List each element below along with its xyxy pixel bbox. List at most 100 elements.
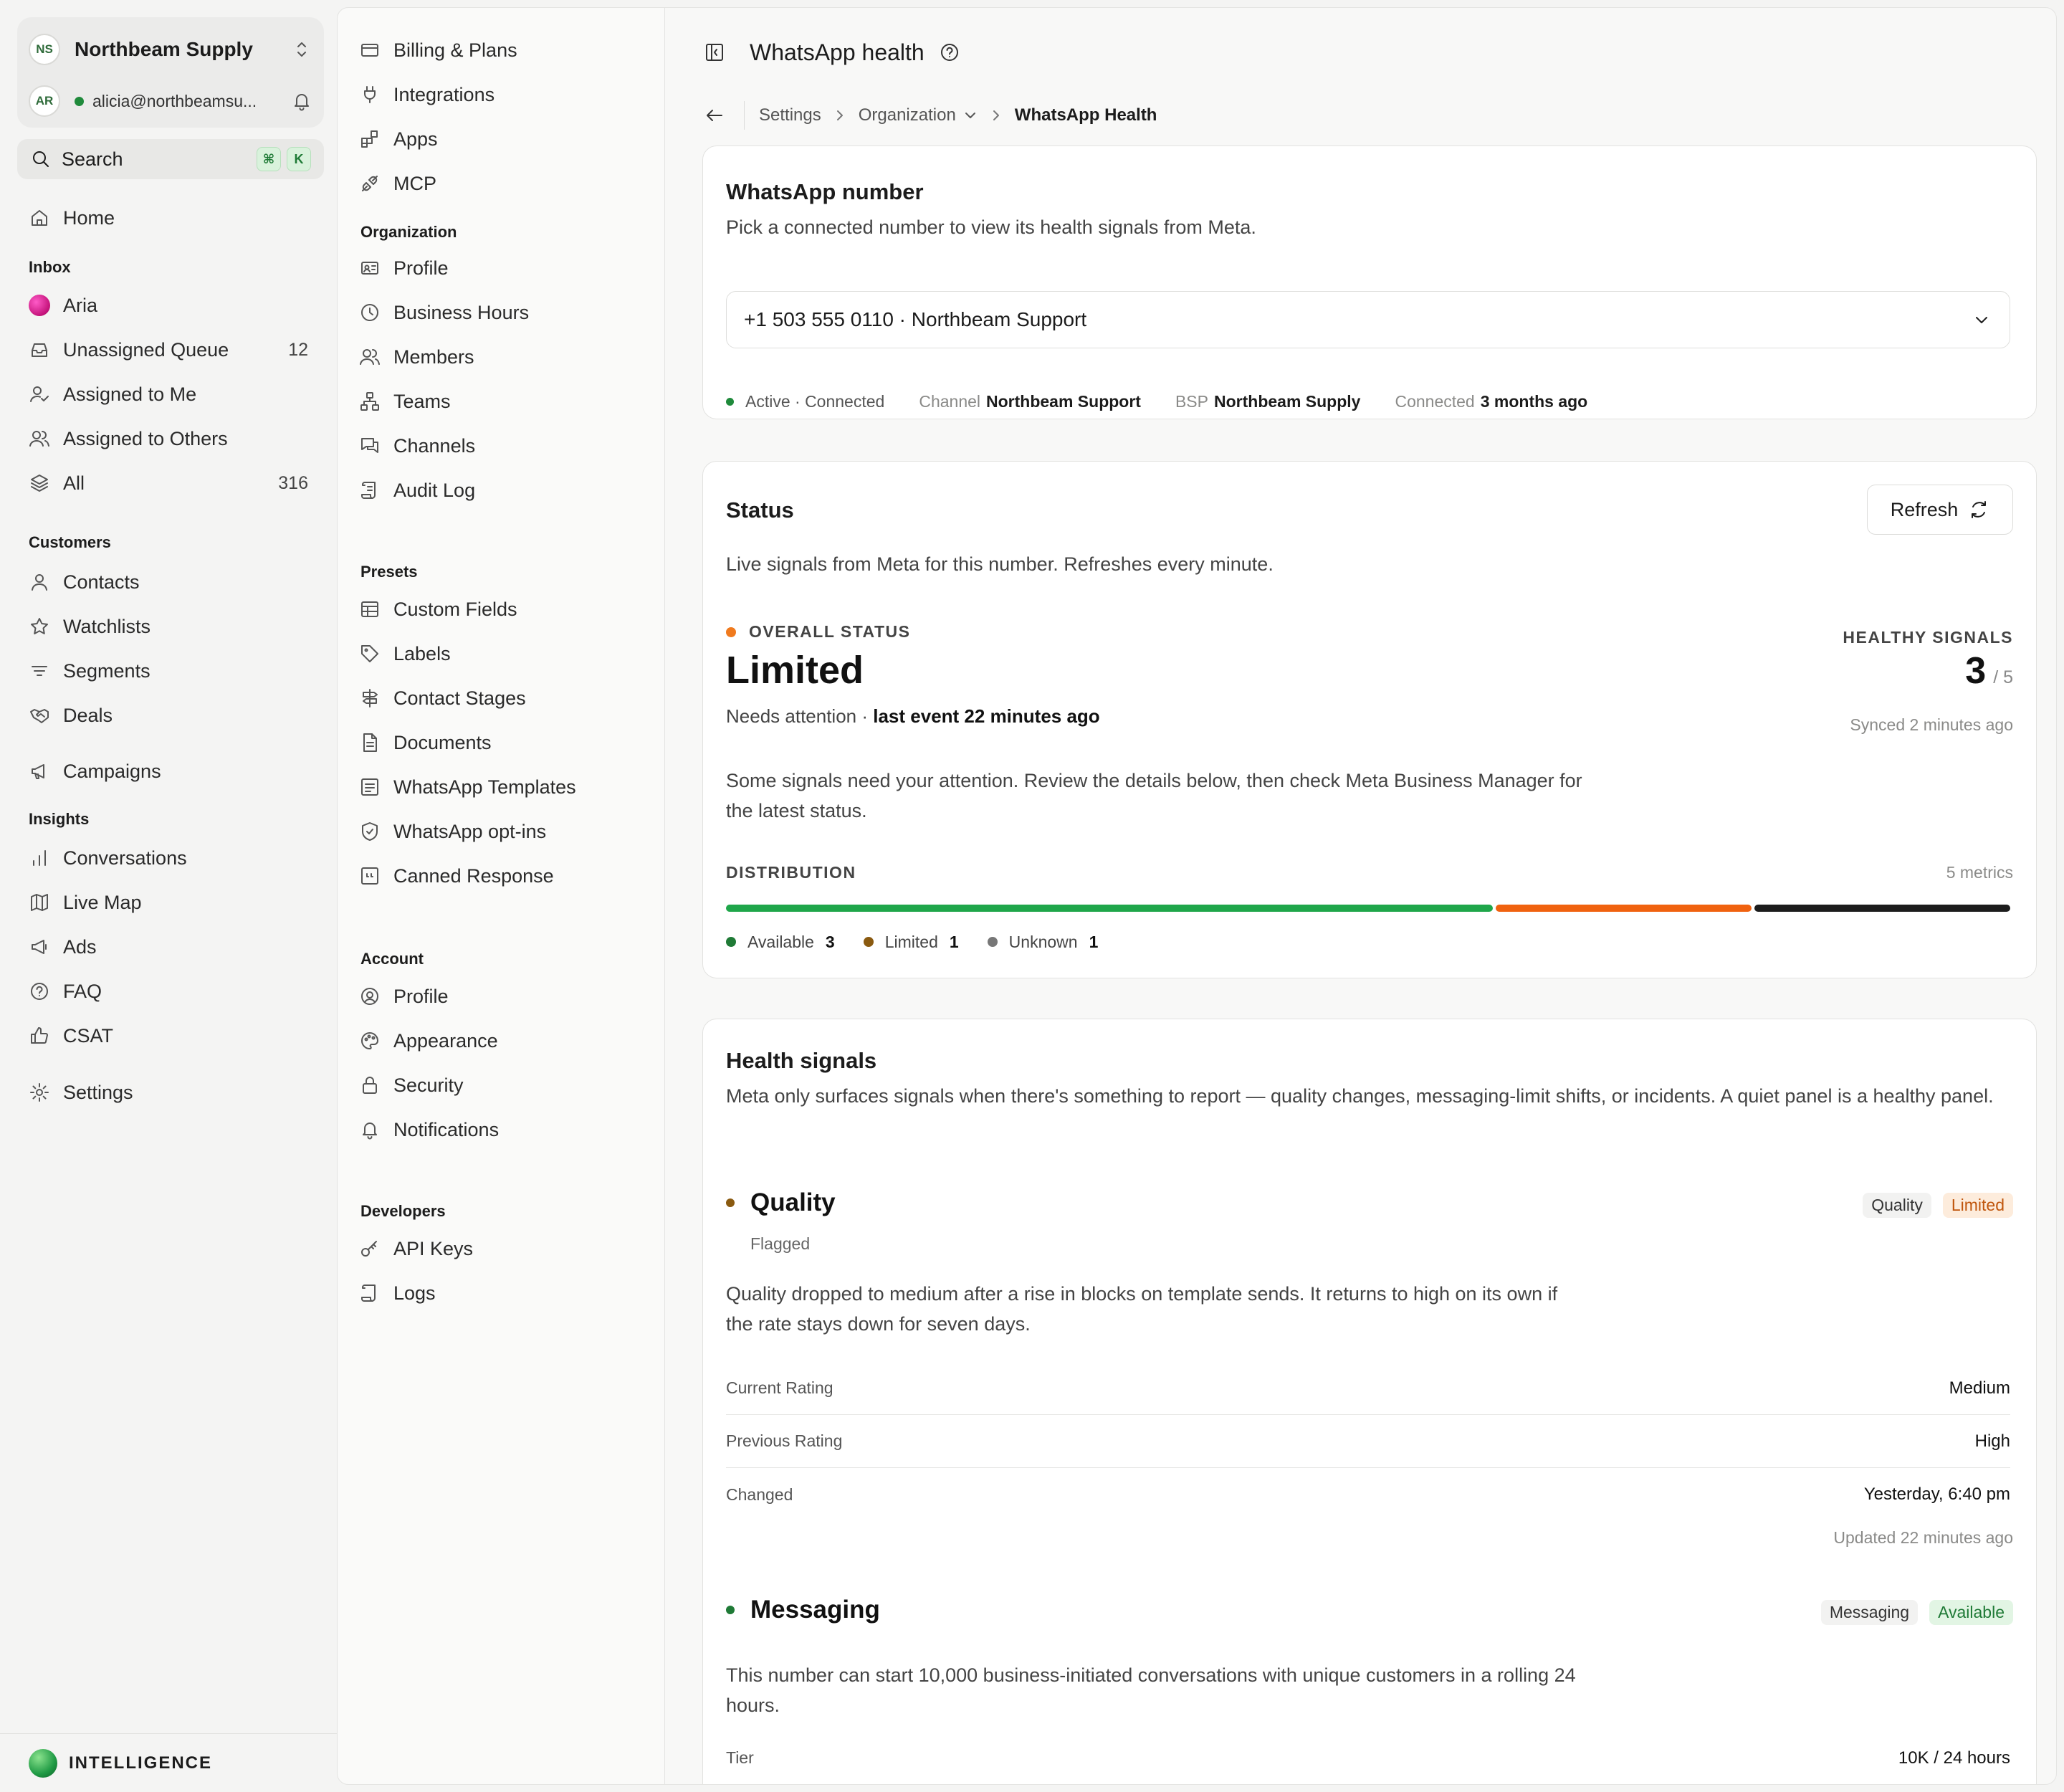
nav-campaigns[interactable]: Campaigns: [29, 754, 320, 788]
messaging-signal-header: Messaging: [726, 1596, 880, 1624]
insights-heading: Insights: [29, 810, 90, 828]
nav-deals[interactable]: Deals: [29, 698, 320, 733]
workspace-card: NS Northbeam Supply AR alicia@northbeams…: [17, 17, 324, 128]
nav-ads-label: Ads: [63, 935, 97, 958]
sidebar-toggle-icon[interactable]: [704, 42, 725, 63]
logs-icon: [361, 1285, 376, 1302]
handshake-icon: [30, 709, 49, 723]
whatsapp-number-card: WhatsApp number Pick a connected number …: [702, 146, 2037, 419]
settings-security[interactable]: Security: [359, 1069, 650, 1102]
nav-home[interactable]: Home: [29, 201, 320, 235]
distribution-bar: [726, 905, 2010, 912]
settings-members[interactable]: Members: [359, 340, 650, 373]
distribution-legend: Available 3 Limited 1 Unknown 1: [726, 928, 1127, 956]
nav-all[interactable]: All 316: [29, 466, 320, 500]
nav-aria[interactable]: Aria: [29, 288, 320, 323]
nav-watchlists[interactable]: Watchlists: [29, 609, 320, 644]
table-icon: [361, 601, 378, 617]
settings-integrations[interactable]: Integrations: [359, 78, 650, 111]
settings-labels[interactable]: Labels: [359, 637, 650, 670]
distribution-segment-unknown: [1754, 905, 2010, 912]
workspace-switcher[interactable]: NS Northbeam Supply: [29, 29, 312, 70]
primary-sidebar: NS Northbeam Supply AR alicia@northbeams…: [0, 0, 337, 1792]
channel-value: Northbeam Support: [986, 391, 1141, 411]
breadcrumb-current: WhatsApp Health: [1014, 105, 1157, 125]
nav-campaigns-label: Campaigns: [63, 760, 161, 782]
settings-apps-label: Apps: [393, 128, 438, 150]
quality-row-value: High: [1974, 1431, 2010, 1451]
refresh-label: Refresh: [1890, 498, 1959, 520]
settings-org-profile[interactable]: Profile: [359, 252, 650, 285]
settings-notifications[interactable]: Notifications: [359, 1113, 650, 1146]
overall-desc-text: Needs attention ·: [726, 705, 869, 727]
quality-status-dot: [726, 1198, 735, 1207]
developers-heading: Developers: [360, 1202, 446, 1220]
quality-row-value: Medium: [1949, 1378, 2010, 1398]
health-card-title: Health signals: [726, 1048, 877, 1073]
settings-teams[interactable]: Teams: [359, 385, 650, 418]
nav-faq[interactable]: FAQ: [29, 974, 320, 1009]
settings-logs[interactable]: Logs: [359, 1277, 650, 1310]
number-card-subtitle: Pick a connected number to view its heal…: [726, 216, 1256, 238]
search-button[interactable]: Search ⌘ K: [17, 139, 324, 179]
nav-assigned-to-me[interactable]: Assigned to Me: [29, 377, 320, 411]
inbox-icon: [32, 343, 47, 357]
overall-status-value: Limited: [726, 649, 864, 692]
bell-icon[interactable]: [291, 90, 312, 112]
help-icon[interactable]: [939, 42, 960, 63]
bell-outline-icon: [363, 1123, 377, 1140]
settings-documents[interactable]: Documents: [359, 726, 650, 759]
breadcrumb-settings[interactable]: Settings: [759, 105, 821, 125]
settings-whatsapp-templates[interactable]: WhatsApp Templates: [359, 771, 650, 804]
breadcrumb-organization[interactable]: Organization: [859, 105, 956, 125]
page-header: WhatsApp health: [704, 31, 960, 74]
customers-heading: Customers: [29, 533, 111, 551]
settings-billing[interactable]: Billing & Plans: [359, 34, 650, 67]
number-meta: Active · Connected Channel Northbeam Sup…: [726, 389, 1587, 414]
settings-business-hours[interactable]: Business Hours: [359, 296, 650, 329]
settings-appearance[interactable]: Appearance: [359, 1024, 650, 1057]
nav-assigned-to-others[interactable]: Assigned to Others: [29, 421, 320, 456]
nav-live-map[interactable]: Live Map: [29, 885, 320, 920]
nav-ads[interactable]: Ads: [29, 930, 320, 964]
legend-swatch-available: [726, 937, 736, 947]
whatsapp-number-select[interactable]: +1 503 555 0110 · Northbeam Support: [726, 291, 2010, 348]
nav-unassigned-queue[interactable]: Unassigned Queue 12: [29, 333, 320, 367]
settings-api-keys[interactable]: API Keys: [359, 1232, 650, 1265]
nav-conversations[interactable]: Conversations: [29, 841, 320, 875]
map-icon: [31, 894, 48, 911]
nav-settings[interactable]: Settings: [29, 1075, 320, 1110]
settings-custom-fields[interactable]: Custom Fields: [359, 593, 650, 626]
health-card-subtitle: Meta only surfaces signals when there's …: [726, 1085, 1994, 1107]
user-email: alicia@northbeamsu...: [92, 91, 257, 110]
refresh-button[interactable]: Refresh: [1867, 485, 2013, 535]
aria-avatar: [29, 295, 50, 316]
back-arrow-icon[interactable]: [704, 105, 725, 126]
overall-status-label: OVERALL STATUS: [726, 622, 910, 642]
intelligence-button[interactable]: INTELLIGENCE: [0, 1733, 337, 1792]
chevron-down-icon[interactable]: [963, 108, 978, 123]
nav-csat[interactable]: CSAT: [29, 1019, 320, 1053]
settings-contact-stages-label: Contact Stages: [393, 687, 526, 709]
nav-segments[interactable]: Segments: [29, 654, 320, 688]
overall-status-desc: Needs attention · last event 22 minutes …: [726, 705, 1100, 728]
search-icon: [33, 151, 49, 167]
search-label: Search: [62, 148, 123, 170]
settings-channels-label: Channels: [393, 434, 476, 457]
quality-row-key: Current Rating: [726, 1378, 833, 1397]
settings-whatsapp-optins[interactable]: WhatsApp opt-ins: [359, 815, 650, 848]
settings-apps[interactable]: Apps: [359, 123, 650, 156]
settings-contact-stages[interactable]: Contact Stages: [359, 682, 650, 715]
messaging-tags: Messaging Available: [1820, 1600, 2013, 1625]
messaging-title: Messaging: [750, 1596, 880, 1624]
user-row[interactable]: AR alicia@northbeamsu...: [29, 83, 312, 119]
settings-mcp[interactable]: MCP: [359, 167, 650, 200]
teams-icon: [360, 392, 379, 411]
settings-account-profile[interactable]: Profile: [359, 980, 650, 1013]
nav-contacts[interactable]: Contacts: [29, 565, 320, 599]
settings-audit-log[interactable]: Audit Log: [359, 474, 650, 507]
ads-megaphone-icon: [32, 940, 47, 954]
settings-canned-response[interactable]: Canned Response: [359, 859, 650, 892]
settings-channels[interactable]: Channels: [359, 429, 650, 462]
key-icon: [361, 1241, 377, 1257]
